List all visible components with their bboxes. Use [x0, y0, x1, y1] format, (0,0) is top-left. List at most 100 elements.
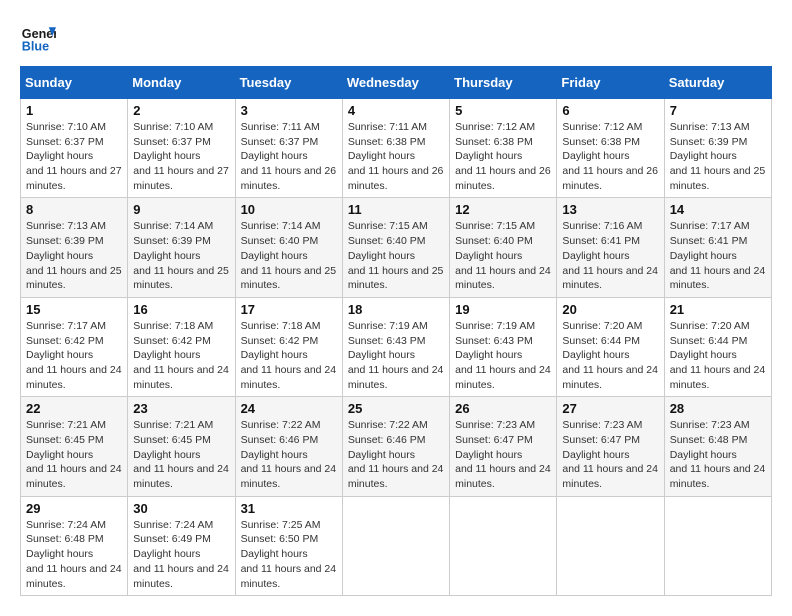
day-number: 28 — [670, 401, 766, 416]
day-info: Sunrise: 7:10 AMSunset: 6:37 PMDaylight … — [26, 121, 122, 192]
day-number: 27 — [562, 401, 658, 416]
day-cell: 28 Sunrise: 7:23 AMSunset: 6:48 PMDaylig… — [664, 397, 771, 496]
day-cell: 13 Sunrise: 7:16 AMSunset: 6:41 PMDaylig… — [557, 198, 664, 297]
day-cell: 21 Sunrise: 7:20 AMSunset: 6:44 PMDaylig… — [664, 297, 771, 396]
day-info: Sunrise: 7:16 AMSunset: 6:41 PMDaylight … — [562, 220, 658, 291]
day-cell: 31 Sunrise: 7:25 AMSunset: 6:50 PMDaylig… — [235, 496, 342, 595]
day-cell: 2 Sunrise: 7:10 AMSunset: 6:37 PMDayligh… — [128, 99, 235, 198]
day-number: 14 — [670, 202, 766, 217]
col-saturday: Saturday — [664, 67, 771, 99]
day-number: 15 — [26, 302, 122, 317]
day-cell: 20 Sunrise: 7:20 AMSunset: 6:44 PMDaylig… — [557, 297, 664, 396]
day-info: Sunrise: 7:22 AMSunset: 6:46 PMDaylight … — [241, 419, 337, 490]
day-number: 24 — [241, 401, 337, 416]
day-info: Sunrise: 7:10 AMSunset: 6:37 PMDaylight … — [133, 121, 229, 192]
day-cell: 7 Sunrise: 7:13 AMSunset: 6:39 PMDayligh… — [664, 99, 771, 198]
day-cell: 24 Sunrise: 7:22 AMSunset: 6:46 PMDaylig… — [235, 397, 342, 496]
day-number: 1 — [26, 103, 122, 118]
empty-cell — [664, 496, 771, 595]
svg-text:Blue: Blue — [22, 40, 49, 54]
day-cell: 12 Sunrise: 7:15 AMSunset: 6:40 PMDaylig… — [450, 198, 557, 297]
day-number: 17 — [241, 302, 337, 317]
day-info: Sunrise: 7:14 AMSunset: 6:40 PMDaylight … — [241, 220, 337, 291]
day-info: Sunrise: 7:23 AMSunset: 6:48 PMDaylight … — [670, 419, 766, 490]
week-row: 22 Sunrise: 7:21 AMSunset: 6:45 PMDaylig… — [21, 397, 772, 496]
day-number: 8 — [26, 202, 122, 217]
day-info: Sunrise: 7:21 AMSunset: 6:45 PMDaylight … — [133, 419, 229, 490]
day-cell: 6 Sunrise: 7:12 AMSunset: 6:38 PMDayligh… — [557, 99, 664, 198]
day-number: 23 — [133, 401, 229, 416]
day-info: Sunrise: 7:15 AMSunset: 6:40 PMDaylight … — [348, 220, 444, 291]
day-info: Sunrise: 7:24 AMSunset: 6:48 PMDaylight … — [26, 519, 122, 590]
day-cell: 11 Sunrise: 7:15 AMSunset: 6:40 PMDaylig… — [342, 198, 449, 297]
day-number: 7 — [670, 103, 766, 118]
day-info: Sunrise: 7:11 AMSunset: 6:37 PMDaylight … — [241, 121, 337, 192]
week-row: 29 Sunrise: 7:24 AMSunset: 6:48 PMDaylig… — [21, 496, 772, 595]
day-info: Sunrise: 7:17 AMSunset: 6:42 PMDaylight … — [26, 320, 122, 391]
day-cell: 14 Sunrise: 7:17 AMSunset: 6:41 PMDaylig… — [664, 198, 771, 297]
day-number: 26 — [455, 401, 551, 416]
day-info: Sunrise: 7:20 AMSunset: 6:44 PMDaylight … — [562, 320, 658, 391]
day-cell: 16 Sunrise: 7:18 AMSunset: 6:42 PMDaylig… — [128, 297, 235, 396]
day-cell: 23 Sunrise: 7:21 AMSunset: 6:45 PMDaylig… — [128, 397, 235, 496]
day-info: Sunrise: 7:23 AMSunset: 6:47 PMDaylight … — [562, 419, 658, 490]
page-header: General Blue — [20, 20, 772, 56]
day-cell: 10 Sunrise: 7:14 AMSunset: 6:40 PMDaylig… — [235, 198, 342, 297]
day-cell: 1 Sunrise: 7:10 AMSunset: 6:37 PMDayligh… — [21, 99, 128, 198]
col-monday: Monday — [128, 67, 235, 99]
day-number: 16 — [133, 302, 229, 317]
day-info: Sunrise: 7:19 AMSunset: 6:43 PMDaylight … — [455, 320, 551, 391]
day-cell: 5 Sunrise: 7:12 AMSunset: 6:38 PMDayligh… — [450, 99, 557, 198]
day-cell: 27 Sunrise: 7:23 AMSunset: 6:47 PMDaylig… — [557, 397, 664, 496]
day-number: 19 — [455, 302, 551, 317]
logo: General Blue — [20, 20, 62, 56]
day-number: 11 — [348, 202, 444, 217]
day-number: 30 — [133, 501, 229, 516]
day-number: 22 — [26, 401, 122, 416]
week-row: 15 Sunrise: 7:17 AMSunset: 6:42 PMDaylig… — [21, 297, 772, 396]
day-number: 13 — [562, 202, 658, 217]
day-cell: 3 Sunrise: 7:11 AMSunset: 6:37 PMDayligh… — [235, 99, 342, 198]
day-number: 4 — [348, 103, 444, 118]
day-number: 10 — [241, 202, 337, 217]
day-cell: 9 Sunrise: 7:14 AMSunset: 6:39 PMDayligh… — [128, 198, 235, 297]
empty-cell — [450, 496, 557, 595]
day-info: Sunrise: 7:25 AMSunset: 6:50 PMDaylight … — [241, 519, 337, 590]
day-number: 3 — [241, 103, 337, 118]
day-number: 18 — [348, 302, 444, 317]
day-cell: 22 Sunrise: 7:21 AMSunset: 6:45 PMDaylig… — [21, 397, 128, 496]
day-cell: 19 Sunrise: 7:19 AMSunset: 6:43 PMDaylig… — [450, 297, 557, 396]
day-info: Sunrise: 7:18 AMSunset: 6:42 PMDaylight … — [133, 320, 229, 391]
day-cell: 8 Sunrise: 7:13 AMSunset: 6:39 PMDayligh… — [21, 198, 128, 297]
col-tuesday: Tuesday — [235, 67, 342, 99]
day-number: 9 — [133, 202, 229, 217]
day-info: Sunrise: 7:11 AMSunset: 6:38 PMDaylight … — [348, 121, 444, 192]
col-thursday: Thursday — [450, 67, 557, 99]
day-cell: 25 Sunrise: 7:22 AMSunset: 6:46 PMDaylig… — [342, 397, 449, 496]
day-number: 29 — [26, 501, 122, 516]
day-cell: 29 Sunrise: 7:24 AMSunset: 6:48 PMDaylig… — [21, 496, 128, 595]
day-cell: 26 Sunrise: 7:23 AMSunset: 6:47 PMDaylig… — [450, 397, 557, 496]
calendar-table: Sunday Monday Tuesday Wednesday Thursday… — [20, 66, 772, 596]
day-info: Sunrise: 7:24 AMSunset: 6:49 PMDaylight … — [133, 519, 229, 590]
logo-icon: General Blue — [20, 20, 56, 56]
header-row: Sunday Monday Tuesday Wednesday Thursday… — [21, 67, 772, 99]
day-number: 6 — [562, 103, 658, 118]
day-cell: 30 Sunrise: 7:24 AMSunset: 6:49 PMDaylig… — [128, 496, 235, 595]
day-cell: 18 Sunrise: 7:19 AMSunset: 6:43 PMDaylig… — [342, 297, 449, 396]
day-cell: 15 Sunrise: 7:17 AMSunset: 6:42 PMDaylig… — [21, 297, 128, 396]
col-sunday: Sunday — [21, 67, 128, 99]
day-number: 25 — [348, 401, 444, 416]
day-info: Sunrise: 7:17 AMSunset: 6:41 PMDaylight … — [670, 220, 766, 291]
day-info: Sunrise: 7:14 AMSunset: 6:39 PMDaylight … — [133, 220, 229, 291]
day-info: Sunrise: 7:18 AMSunset: 6:42 PMDaylight … — [241, 320, 337, 391]
empty-cell — [342, 496, 449, 595]
day-number: 21 — [670, 302, 766, 317]
week-row: 1 Sunrise: 7:10 AMSunset: 6:37 PMDayligh… — [21, 99, 772, 198]
empty-cell — [557, 496, 664, 595]
day-info: Sunrise: 7:13 AMSunset: 6:39 PMDaylight … — [26, 220, 122, 291]
day-number: 12 — [455, 202, 551, 217]
day-number: 31 — [241, 501, 337, 516]
day-info: Sunrise: 7:22 AMSunset: 6:46 PMDaylight … — [348, 419, 444, 490]
day-info: Sunrise: 7:12 AMSunset: 6:38 PMDaylight … — [562, 121, 658, 192]
